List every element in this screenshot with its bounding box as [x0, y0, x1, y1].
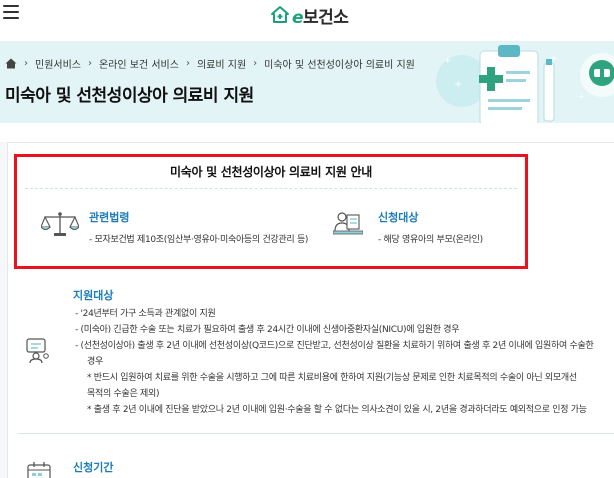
logo-house-icon	[271, 6, 289, 23]
top-header: e보건소	[0, 0, 614, 38]
law-heading: 관련법령	[89, 211, 130, 224]
breadcrumb-item[interactable]: 온라인 보건 서비스	[99, 56, 179, 71]
breadcrumb-item[interactable]: 의료비 지원	[197, 56, 246, 71]
list-item: 경우	[87, 357, 103, 367]
target-heading: 신청대상	[378, 211, 419, 224]
list-item: - (선천성이상아) 출생 후 2년 이내에 선천성이상(Q코드)으로 진단받고…	[75, 341, 594, 351]
hero-banner: › 민원서비스 › 온라인 보건 서비스 › 의료비 지원 › 미숙아 및 선천…	[0, 41, 614, 123]
chevron-right-icon: ›	[88, 58, 92, 69]
medical-clipboard-illustration: + + + +	[436, 45, 614, 123]
breadcrumb-item[interactable]: 민원서비스	[35, 56, 81, 71]
scale-icon	[41, 212, 79, 236]
chevron-right-icon: ›	[253, 58, 258, 69]
page-title: 미숙아 및 선천성이상아 의료비 지원	[5, 86, 254, 106]
list-item: 목적의 수술은 제외)	[87, 389, 160, 399]
logo-mark: e	[292, 7, 304, 28]
svg-text:+: +	[454, 79, 462, 90]
person-desk-icon	[333, 212, 363, 235]
breadcrumb: › 민원서비스 › 온라인 보건 서비스 › 의료비 지원 › 미숙아 및 선천…	[5, 56, 415, 71]
hamburger-icon[interactable]	[3, 5, 19, 19]
list-item: - (미숙아) 긴급한 수술 또는 치료가 필요하여 출생 후 24시간 이내에…	[75, 325, 460, 335]
period-heading: 신청기간	[73, 461, 114, 474]
list-item: * 출생 후 2년 이내에 진단을 받았으나 2년 이내에 입원·수술을 할 수…	[87, 405, 587, 415]
svg-text:+: +	[578, 92, 585, 101]
consult-icon	[26, 338, 49, 363]
divider	[25, 188, 517, 189]
section-divider	[18, 433, 614, 434]
logo-word: 보건소	[303, 7, 349, 28]
law-description: - 모자보건법 제10조(임산부·영유아·미숙아등의 건강관리 등)	[89, 235, 309, 245]
home-icon[interactable]	[5, 58, 17, 69]
logo-text: e보건소	[292, 3, 349, 28]
site-logo[interactable]: e보건소	[270, 3, 349, 28]
breadcrumb-item-current[interactable]: 미숙아 및 선천성이상아 의료비 지원	[264, 56, 415, 71]
list-item: * 반드시 입원하여 치료를 위한 수술을 시행하고 그에 따른 치료비용에 한…	[87, 373, 577, 383]
chevron-right-icon: ›	[185, 58, 190, 69]
list-item: - '24년부터 가구 소득과 관계없이 지원	[75, 309, 216, 319]
calendar-icon	[27, 462, 51, 478]
info-title: 미숙아 및 선천성이상아 의료비 지원 안내	[170, 165, 372, 179]
svg-text:+: +	[444, 56, 452, 66]
target-description: - 해당 영유아의 부모(온라인)	[378, 235, 483, 245]
chevron-right-icon: ›	[24, 58, 28, 69]
support-heading: 지원대상	[73, 289, 114, 302]
support-list: - '24년부터 가구 소득과 관계없이 지원 - (미숙아) 긴급한 수술 또…	[75, 306, 614, 418]
info-summary-box: 미숙아 및 선천성이상아 의료비 지원 안내 관련법령 - 모자보건법 제10조…	[14, 154, 528, 269]
